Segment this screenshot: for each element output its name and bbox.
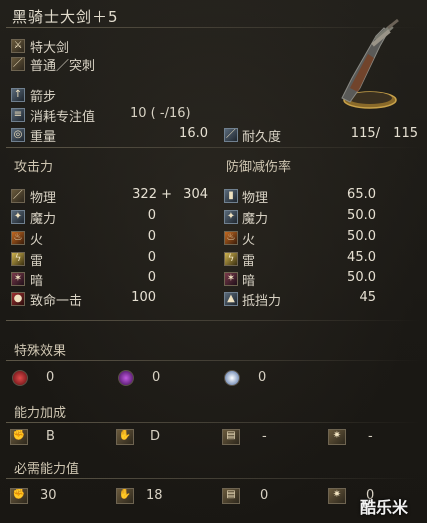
scaling-faith: - — [368, 429, 373, 444]
special-effects-heading: 特殊效果 — [14, 344, 67, 359]
attack-physical-label: 物理 — [30, 191, 57, 206]
special-effect-1-value: 0 — [46, 370, 55, 385]
poison-effect-icon — [118, 370, 134, 386]
defense-lightning-label: 雷 — [242, 254, 256, 269]
durability-label: 耐久度 — [242, 130, 282, 145]
lightning-defense-icon: ϟ — [224, 252, 238, 266]
physical-defense-icon: ▮ — [224, 189, 238, 203]
weapon-category: 特大剑 — [30, 41, 70, 56]
defense-stability-label: 抵挡力 — [242, 294, 282, 309]
attack-magic-value: 0 — [147, 208, 156, 223]
durability-max: 115 — [393, 126, 418, 141]
dexterity-req-icon: ✋ — [116, 488, 134, 504]
fire-attack-icon: ♨ — [11, 231, 25, 245]
intelligence-icon: ▤ — [222, 429, 240, 445]
magic-attack-icon: ✦ — [11, 210, 25, 224]
defense-fire-value: 50.0 — [347, 229, 376, 244]
intelligence-req-icon: ▤ — [222, 488, 240, 504]
stats-divider — [6, 320, 421, 321]
special-effect-3-value: 0 — [258, 370, 267, 385]
dexterity-icon: ✋ — [116, 429, 134, 445]
weight-label: 重量 — [30, 130, 57, 145]
defense-lightning-value: 45.0 — [347, 250, 376, 265]
defense-heading: 防御减伤率 — [226, 160, 292, 175]
req-dexterity: 18 — [146, 488, 163, 503]
attack-fire-label: 火 — [30, 233, 44, 248]
magic-defense-icon: ✦ — [224, 210, 238, 224]
fp-cost-value: 10 ( -/16) — [130, 106, 191, 121]
defense-stability-value: 45 — [359, 290, 376, 305]
attack-heading: 攻击力 — [14, 160, 54, 175]
frost-effect-icon — [224, 370, 240, 386]
requirements-divider — [6, 478, 421, 479]
defense-physical-label: 物理 — [242, 191, 269, 206]
stability-icon: ▲ — [224, 292, 238, 306]
attack-fire-value: 0 — [147, 229, 156, 244]
weight-icon: ◎ — [11, 128, 25, 142]
skill-icon: ↑ — [11, 88, 25, 102]
defense-fire-label: 火 — [242, 233, 256, 248]
dark-attack-icon: ✶ — [11, 272, 25, 286]
durability-current: 115/ — [350, 126, 380, 141]
req-strength: 30 — [40, 488, 57, 503]
attack-lightning-label: 雷 — [30, 254, 44, 269]
watermark-logo: 酷乐米 — [360, 498, 409, 517]
dark-defense-icon: ✶ — [224, 272, 238, 286]
weapon-image — [341, 18, 399, 109]
physical-attack-icon: ／ — [11, 189, 25, 203]
item-detail-panel: 黑骑士大剑＋5 ⚔ 特大剑 ／ 普通／突刺 ↑ 箭步 ≡ 消耗专注值 10 ( … — [0, 0, 427, 523]
defense-physical-value: 65.0 — [347, 187, 376, 202]
special-effect-2-value: 0 — [152, 370, 161, 385]
scaling-strength: B — [46, 429, 55, 444]
defense-magic-value: 50.0 — [347, 208, 376, 223]
scaling-intelligence: - — [262, 429, 267, 444]
attack-critical-value: 100 — [131, 290, 156, 305]
attack-physical-bonus: 304 — [183, 187, 208, 202]
attack-dark-label: 暗 — [30, 274, 44, 289]
req-intelligence: 0 — [260, 488, 269, 503]
critical-icon: ● — [11, 292, 25, 306]
scaling-divider — [6, 422, 421, 423]
special-divider — [6, 360, 421, 361]
attack-physical-value: 322 + — [132, 187, 172, 202]
bleed-effect-icon — [12, 370, 28, 386]
fp-cost-label: 消耗专注值 — [30, 110, 96, 125]
greatsword-icon: ⚔ — [11, 39, 25, 53]
requirements-heading: 必需能力值 — [14, 462, 80, 477]
fp-cost-icon: ≡ — [11, 108, 25, 122]
lightning-attack-icon: ϟ — [11, 252, 25, 266]
weight-value: 16.0 — [179, 126, 208, 141]
faith-req-icon: ✷ — [328, 488, 346, 504]
strength-icon: ✊ — [10, 429, 28, 445]
weapon-skill: 箭步 — [30, 90, 57, 105]
durability-icon: ／ — [224, 128, 238, 142]
fire-defense-icon: ♨ — [224, 231, 238, 245]
faith-icon: ✷ — [328, 429, 346, 445]
strength-req-icon: ✊ — [10, 488, 28, 504]
info-divider — [6, 147, 421, 148]
attack-type: 普通／突刺 — [30, 59, 96, 74]
attack-critical-label: 致命一击 — [30, 294, 83, 309]
defense-dark-value: 50.0 — [347, 270, 376, 285]
attack-lightning-value: 0 — [147, 250, 156, 265]
defense-dark-label: 暗 — [242, 274, 256, 289]
scaling-heading: 能力加成 — [14, 406, 67, 421]
scaling-dexterity: D — [150, 429, 161, 444]
attack-magic-label: 魔力 — [30, 212, 57, 227]
attack-type-icon: ／ — [11, 57, 25, 71]
defense-magic-label: 魔力 — [242, 212, 269, 227]
weapon-name: 黑骑士大剑＋5 — [12, 8, 119, 26]
attack-dark-value: 0 — [147, 270, 156, 285]
